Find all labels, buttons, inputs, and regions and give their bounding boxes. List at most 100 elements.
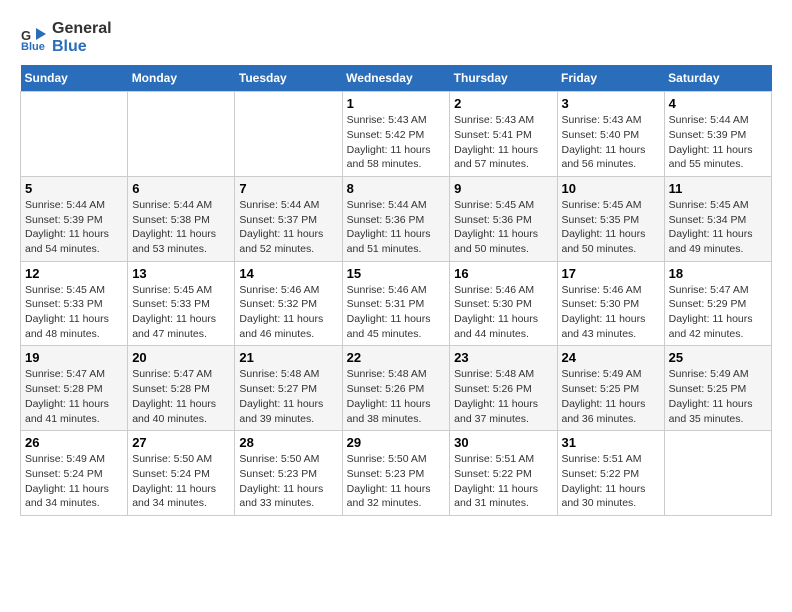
calendar-cell: 20 Sunrise: 5:47 AM Sunset: 5:28 PM Dayli… <box>128 346 235 431</box>
day-info: Sunrise: 5:50 AM Sunset: 5:24 PM Dayligh… <box>132 452 230 511</box>
day-number: 25 <box>669 350 767 365</box>
calendar-body: 1 Sunrise: 5:43 AM Sunset: 5:42 PM Daylig… <box>21 92 772 516</box>
day-number: 22 <box>347 350 446 365</box>
calendar-week-row: 19 Sunrise: 5:47 AM Sunset: 5:28 PM Dayli… <box>21 346 772 431</box>
logo-icon: G Blue <box>20 24 48 52</box>
calendar-cell: 16Sunrise: 5:46 AM Sunset: 5:30 PM Dayli… <box>450 261 557 346</box>
calendar-cell: 8 Sunrise: 5:44 AM Sunset: 5:36 PM Daylig… <box>342 176 450 261</box>
logo-general: General <box>52 20 112 38</box>
weekday-header-saturday: Saturday <box>664 65 771 92</box>
logo: G Blue General Blue <box>20 20 112 55</box>
calendar-cell: 28 Sunrise: 5:50 AM Sunset: 5:23 PM Dayli… <box>235 431 342 516</box>
day-number: 1 <box>347 96 446 111</box>
day-number: 3 <box>562 96 660 111</box>
svg-text:Blue: Blue <box>21 41 45 52</box>
day-number: 8 <box>347 181 446 196</box>
day-number: 30 <box>454 435 552 450</box>
day-number: 15 <box>347 266 446 281</box>
calendar-cell: 24 Sunrise: 5:49 AM Sunset: 5:25 PM Dayli… <box>557 346 664 431</box>
day-number: 17 <box>562 266 660 281</box>
day-info: Sunrise: 5:45 AM Sunset: 5:33 PM Dayligh… <box>25 283 123 342</box>
day-info: Sunrise: 5:46 AM Sunset: 5:30 PM Dayligh… <box>562 283 660 342</box>
calendar-cell: 3Sunrise: 5:43 AM Sunset: 5:40 PM Daylig… <box>557 92 664 177</box>
day-number: 5 <box>25 181 123 196</box>
calendar-cell: 4 Sunrise: 5:44 AM Sunset: 5:39 PM Daylig… <box>664 92 771 177</box>
weekday-header-monday: Monday <box>128 65 235 92</box>
day-number: 4 <box>669 96 767 111</box>
calendar-week-row: 5 Sunrise: 5:44 AM Sunset: 5:39 PM Daylig… <box>21 176 772 261</box>
day-info: Sunrise: 5:43 AM Sunset: 5:41 PM Dayligh… <box>454 113 552 172</box>
calendar-cell: 27 Sunrise: 5:50 AM Sunset: 5:24 PM Dayli… <box>128 431 235 516</box>
day-info: Sunrise: 5:45 AM Sunset: 5:35 PM Dayligh… <box>562 198 660 257</box>
day-info: Sunrise: 5:51 AM Sunset: 5:22 PM Dayligh… <box>454 452 552 511</box>
day-info: Sunrise: 5:45 AM Sunset: 5:33 PM Dayligh… <box>132 283 230 342</box>
day-info: Sunrise: 5:45 AM Sunset: 5:34 PM Dayligh… <box>669 198 767 257</box>
day-info: Sunrise: 5:48 AM Sunset: 5:26 PM Dayligh… <box>454 367 552 426</box>
calendar-cell: 19 Sunrise: 5:47 AM Sunset: 5:28 PM Dayli… <box>21 346 128 431</box>
day-info: Sunrise: 5:47 AM Sunset: 5:29 PM Dayligh… <box>669 283 767 342</box>
day-number: 14 <box>239 266 337 281</box>
day-number: 7 <box>239 181 337 196</box>
day-number: 24 <box>562 350 660 365</box>
weekday-header-friday: Friday <box>557 65 664 92</box>
calendar-cell: 21Sunrise: 5:48 AM Sunset: 5:27 PM Dayli… <box>235 346 342 431</box>
day-number: 28 <box>239 435 337 450</box>
day-info: Sunrise: 5:47 AM Sunset: 5:28 PM Dayligh… <box>25 367 123 426</box>
day-info: Sunrise: 5:44 AM Sunset: 5:39 PM Dayligh… <box>25 198 123 257</box>
calendar-cell: 2 Sunrise: 5:43 AM Sunset: 5:41 PM Daylig… <box>450 92 557 177</box>
calendar-table: SundayMondayTuesdayWednesdayThursdayFrid… <box>20 65 772 516</box>
calendar-cell: 23Sunrise: 5:48 AM Sunset: 5:26 PM Dayli… <box>450 346 557 431</box>
day-info: Sunrise: 5:49 AM Sunset: 5:25 PM Dayligh… <box>669 367 767 426</box>
day-number: 11 <box>669 181 767 196</box>
day-number: 29 <box>347 435 446 450</box>
weekday-header-sunday: Sunday <box>21 65 128 92</box>
day-number: 2 <box>454 96 552 111</box>
day-info: Sunrise: 5:44 AM Sunset: 5:37 PM Dayligh… <box>239 198 337 257</box>
day-info: Sunrise: 5:44 AM Sunset: 5:39 PM Dayligh… <box>669 113 767 172</box>
day-info: Sunrise: 5:43 AM Sunset: 5:42 PM Dayligh… <box>347 113 446 172</box>
day-info: Sunrise: 5:51 AM Sunset: 5:22 PM Dayligh… <box>562 452 660 511</box>
day-info: Sunrise: 5:50 AM Sunset: 5:23 PM Dayligh… <box>347 452 446 511</box>
day-info: Sunrise: 5:49 AM Sunset: 5:24 PM Dayligh… <box>25 452 123 511</box>
weekday-header-wednesday: Wednesday <box>342 65 450 92</box>
day-number: 6 <box>132 181 230 196</box>
calendar-cell: 10Sunrise: 5:45 AM Sunset: 5:35 PM Dayli… <box>557 176 664 261</box>
day-number: 12 <box>25 266 123 281</box>
calendar-cell: 12 Sunrise: 5:45 AM Sunset: 5:33 PM Dayli… <box>21 261 128 346</box>
calendar-week-row: 12 Sunrise: 5:45 AM Sunset: 5:33 PM Dayli… <box>21 261 772 346</box>
calendar-cell: 17 Sunrise: 5:46 AM Sunset: 5:30 PM Dayli… <box>557 261 664 346</box>
calendar-cell: 1 Sunrise: 5:43 AM Sunset: 5:42 PM Daylig… <box>342 92 450 177</box>
calendar-cell: 31Sunrise: 5:51 AM Sunset: 5:22 PM Dayli… <box>557 431 664 516</box>
day-number: 20 <box>132 350 230 365</box>
day-info: Sunrise: 5:46 AM Sunset: 5:30 PM Dayligh… <box>454 283 552 342</box>
day-info: Sunrise: 5:46 AM Sunset: 5:31 PM Dayligh… <box>347 283 446 342</box>
calendar-header-row: SundayMondayTuesdayWednesdayThursdayFrid… <box>21 65 772 92</box>
day-number: 21 <box>239 350 337 365</box>
calendar-week-row: 1 Sunrise: 5:43 AM Sunset: 5:42 PM Daylig… <box>21 92 772 177</box>
calendar-cell: 22 Sunrise: 5:48 AM Sunset: 5:26 PM Dayli… <box>342 346 450 431</box>
day-info: Sunrise: 5:47 AM Sunset: 5:28 PM Dayligh… <box>132 367 230 426</box>
calendar-cell: 25 Sunrise: 5:49 AM Sunset: 5:25 PM Dayli… <box>664 346 771 431</box>
calendar-cell: 30 Sunrise: 5:51 AM Sunset: 5:22 PM Dayli… <box>450 431 557 516</box>
weekday-header-thursday: Thursday <box>450 65 557 92</box>
day-number: 9 <box>454 181 552 196</box>
day-number: 19 <box>25 350 123 365</box>
calendar-cell: 7 Sunrise: 5:44 AM Sunset: 5:37 PM Daylig… <box>235 176 342 261</box>
calendar-cell <box>664 431 771 516</box>
day-info: Sunrise: 5:50 AM Sunset: 5:23 PM Dayligh… <box>239 452 337 511</box>
day-info: Sunrise: 5:44 AM Sunset: 5:36 PM Dayligh… <box>347 198 446 257</box>
calendar-cell: 9Sunrise: 5:45 AM Sunset: 5:36 PM Daylig… <box>450 176 557 261</box>
day-info: Sunrise: 5:48 AM Sunset: 5:26 PM Dayligh… <box>347 367 446 426</box>
day-number: 27 <box>132 435 230 450</box>
calendar-week-row: 26Sunrise: 5:49 AM Sunset: 5:24 PM Dayli… <box>21 431 772 516</box>
day-number: 18 <box>669 266 767 281</box>
logo-blue: Blue <box>52 38 112 56</box>
calendar-cell <box>128 92 235 177</box>
calendar-cell: 6Sunrise: 5:44 AM Sunset: 5:38 PM Daylig… <box>128 176 235 261</box>
calendar-cell <box>21 92 128 177</box>
calendar-cell: 26Sunrise: 5:49 AM Sunset: 5:24 PM Dayli… <box>21 431 128 516</box>
calendar-cell: 13Sunrise: 5:45 AM Sunset: 5:33 PM Dayli… <box>128 261 235 346</box>
day-info: Sunrise: 5:49 AM Sunset: 5:25 PM Dayligh… <box>562 367 660 426</box>
calendar-cell: 29 Sunrise: 5:50 AM Sunset: 5:23 PM Dayli… <box>342 431 450 516</box>
calendar-cell: 18 Sunrise: 5:47 AM Sunset: 5:29 PM Dayli… <box>664 261 771 346</box>
